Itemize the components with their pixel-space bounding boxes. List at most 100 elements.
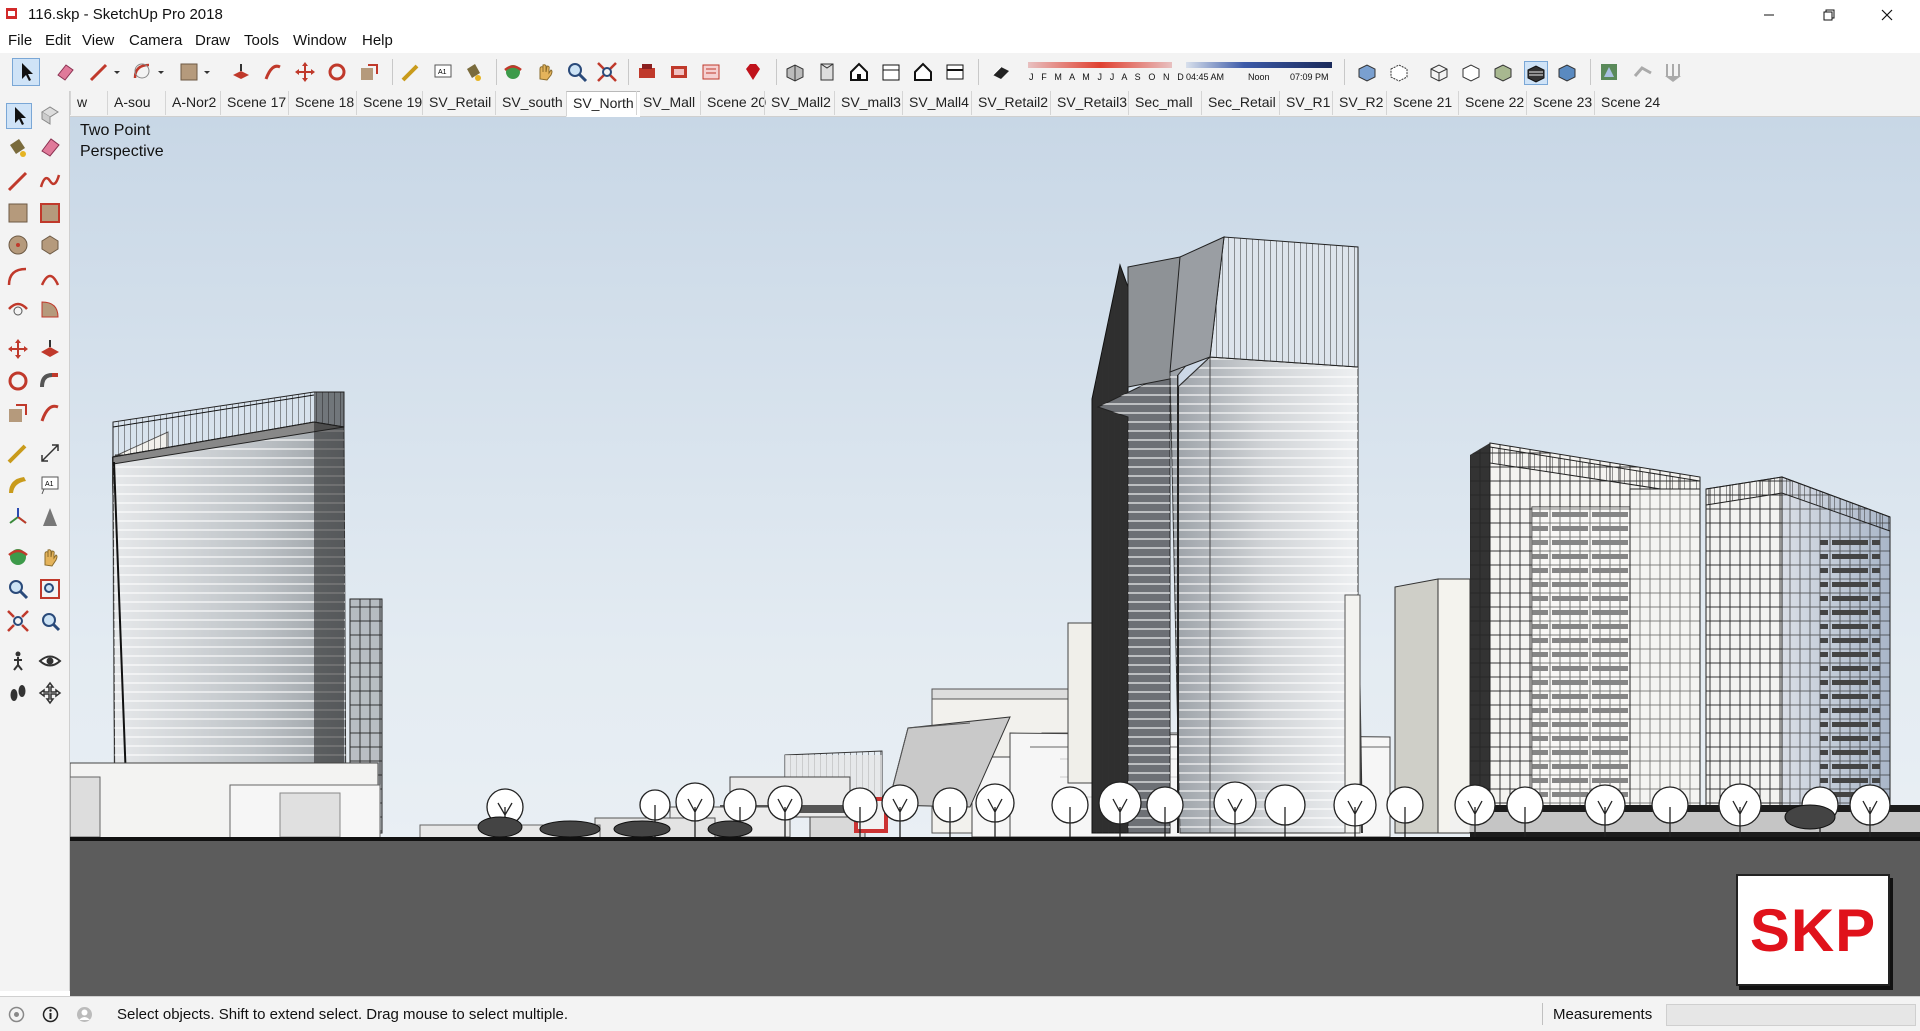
rectangle-tool-icon[interactable] [178, 61, 200, 83]
wireframe-style-icon[interactable] [1428, 61, 1450, 83]
menu-view[interactable]: View [82, 32, 114, 49]
select-tool-icon[interactable] [12, 58, 40, 86]
scene-tab[interactable]: SV_south [495, 91, 569, 115]
scene-tab[interactable]: Scene 17 [220, 91, 292, 115]
push-pull-tool-icon[interactable] [38, 337, 62, 361]
scene-tab[interactable]: Scene 23 [1526, 91, 1598, 115]
right-view-icon[interactable] [880, 61, 902, 83]
look-around-icon[interactable] [38, 649, 62, 673]
pie-tool-icon[interactable] [38, 297, 62, 321]
menu-camera[interactable]: Camera [129, 32, 182, 49]
offset-tool-icon[interactable] [38, 401, 62, 425]
scene-tab[interactable]: SV_Mall [636, 91, 701, 115]
minimize-button[interactable] [1740, 0, 1798, 29]
scale-tool-icon[interactable] [358, 61, 380, 83]
scene-tab[interactable]: A-sou [107, 91, 157, 115]
rotated-rectangle-icon[interactable] [38, 201, 62, 225]
tape-measure-icon[interactable] [400, 61, 422, 83]
arc-tool-icon[interactable] [132, 61, 154, 83]
protractor-tool-icon[interactable] [6, 473, 30, 497]
scene-tab[interactable]: Sec_Retail [1201, 91, 1282, 115]
eraser-tool-icon[interactable] [54, 61, 76, 83]
rotate-tool-icon[interactable] [6, 369, 30, 393]
top-view-icon[interactable] [816, 61, 838, 83]
push-pull-tool-icon[interactable] [230, 61, 252, 83]
toggle-terrain-icon[interactable] [1632, 61, 1654, 83]
tape-measure-icon[interactable] [6, 441, 30, 465]
line-tool-icon[interactable] [88, 61, 110, 83]
move-tool-icon[interactable] [6, 337, 30, 361]
shape-dropdown-icon[interactable] [202, 61, 212, 83]
menu-tools[interactable]: Tools [244, 32, 279, 49]
xray-style-icon[interactable] [1356, 61, 1378, 83]
scene-tab[interactable]: SV_Retail [422, 91, 497, 115]
position-camera-icon[interactable] [6, 649, 30, 673]
offset-tool-icon[interactable] [262, 61, 284, 83]
scene-tab[interactable]: SV_Mall4 [902, 91, 975, 115]
section-plane-icon[interactable] [38, 681, 62, 705]
scene-tab[interactable]: w [70, 91, 93, 115]
arc-dropdown-icon[interactable] [156, 61, 166, 83]
menu-edit[interactable]: Edit [45, 32, 71, 49]
share-model-icon[interactable] [668, 61, 690, 83]
rotate-tool-icon[interactable] [326, 61, 348, 83]
pan-tool-icon[interactable] [534, 61, 556, 83]
model-viewport[interactable]: Two Point Perspective SKP [70, 117, 1920, 996]
extension-warehouse-icon[interactable] [700, 61, 722, 83]
scene-tab[interactable]: Scene 19 [356, 91, 428, 115]
scene-tab[interactable]: Scene 20 [700, 91, 772, 115]
menu-draw[interactable]: Draw [195, 32, 230, 49]
text-tool-icon[interactable]: A1 [38, 473, 62, 497]
two-point-arc-icon[interactable] [38, 265, 62, 289]
menu-help[interactable]: Help [362, 32, 393, 49]
shadows-toggle-icon[interactable] [990, 61, 1012, 83]
eraser-tool-icon[interactable] [38, 135, 62, 159]
zoom-extents-icon[interactable] [596, 61, 618, 83]
rectangle-tool-icon[interactable] [6, 201, 30, 225]
hidden-line-style-icon[interactable] [1460, 61, 1482, 83]
line-dropdown-icon[interactable] [112, 61, 122, 83]
geolocation-icon[interactable] [8, 1006, 25, 1023]
scene-tab[interactable]: Sec_mall [1128, 91, 1199, 115]
follow-me-tool-icon[interactable] [38, 369, 62, 393]
zoom-tool-icon[interactable] [6, 577, 30, 601]
paint-bucket-icon[interactable] [462, 61, 484, 83]
three-point-arc-icon[interactable] [6, 297, 30, 321]
scene-tab[interactable]: SV_R2 [1332, 91, 1389, 115]
scene-tab[interactable]: SV_Retail3 [1050, 91, 1133, 115]
iso-view-icon[interactable] [784, 61, 806, 83]
dimension-tool-icon[interactable] [38, 441, 62, 465]
front-view-icon[interactable] [848, 61, 870, 83]
scene-tab[interactable]: Scene 22 [1458, 91, 1530, 115]
previous-view-icon[interactable] [38, 609, 62, 633]
scene-tab[interactable]: A-Nor2 [165, 91, 222, 115]
scene-tab[interactable]: SV_Mall2 [764, 91, 837, 115]
scene-tab[interactable]: Scene 21 [1386, 91, 1458, 115]
make-component-icon[interactable] [38, 103, 62, 127]
add-location-icon[interactable] [1598, 61, 1620, 83]
user-account-icon[interactable] [76, 1006, 93, 1023]
scene-tab[interactable]: SV_mall3 [834, 91, 907, 115]
axes-tool-icon[interactable] [6, 505, 30, 529]
shaded-style-icon[interactable] [1492, 61, 1514, 83]
left-view-icon[interactable] [944, 61, 966, 83]
select-tool-icon[interactable] [6, 103, 32, 129]
scene-tab[interactable]: SV_North [566, 91, 640, 117]
back-edges-style-icon[interactable] [1388, 61, 1410, 83]
restore-button[interactable] [1800, 0, 1858, 29]
scene-tab[interactable]: SV_Retail2 [971, 91, 1054, 115]
menu-window[interactable]: Window [293, 32, 346, 49]
shaded-textures-style-icon[interactable] [1524, 61, 1548, 85]
move-tool-icon[interactable] [294, 61, 316, 83]
pan-tool-icon[interactable] [38, 545, 62, 569]
zoom-extents-icon[interactable] [6, 609, 30, 633]
3d-text-tool-icon[interactable] [38, 505, 62, 529]
arc-tool-icon[interactable] [6, 265, 30, 289]
close-button[interactable] [1858, 0, 1916, 29]
text-tool-icon[interactable]: A1 [432, 61, 454, 83]
scene-tab[interactable]: SV_R1 [1279, 91, 1336, 115]
scene-tab[interactable]: Scene 24 [1594, 91, 1666, 115]
ruby-icon[interactable] [742, 61, 764, 83]
paint-bucket-icon[interactable] [6, 135, 30, 159]
measurements-input[interactable] [1666, 1004, 1916, 1026]
